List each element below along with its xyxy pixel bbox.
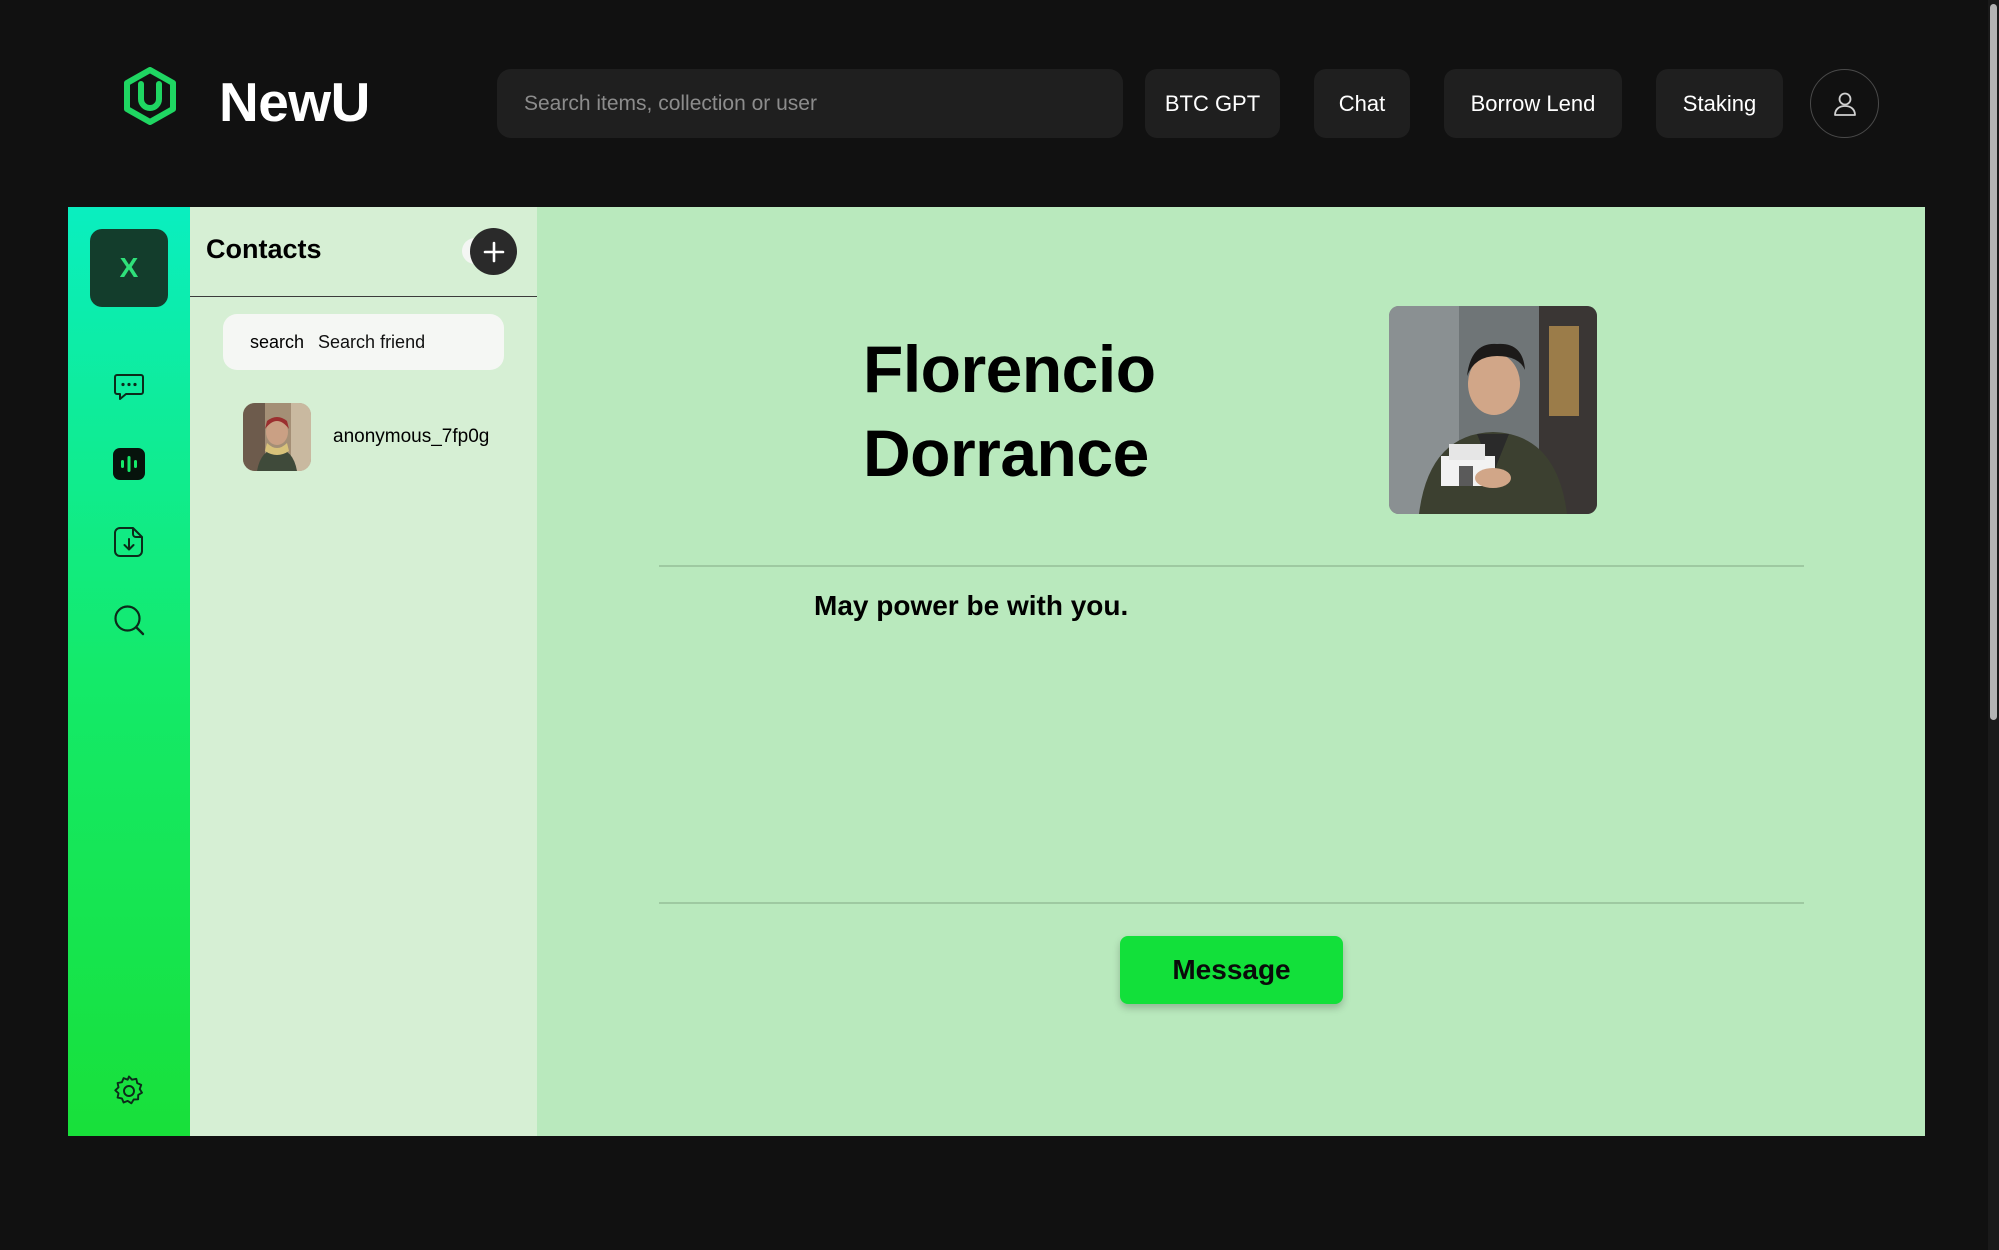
- friend-search-input[interactable]: [318, 331, 469, 353]
- friend-search-label: search: [250, 331, 305, 352]
- contact-name: anonymous_7fp0g: [333, 426, 490, 447]
- nav-staking-button[interactable]: Staking: [1656, 69, 1783, 138]
- profile-divider-top: [659, 565, 1804, 567]
- app-logo-button[interactable]: X: [90, 229, 168, 307]
- search-icon[interactable]: [112, 603, 146, 637]
- contact-list-item[interactable]: anonymous_7fp0g: [243, 403, 513, 471]
- profile-photo: [1389, 306, 1597, 514]
- contacts-title: Contacts: [206, 234, 322, 264]
- nav-borrow-lend-button[interactable]: Borrow Lend: [1444, 69, 1622, 138]
- profile-panel: Florencio Dorrance May power be with you…: [537, 207, 1925, 1136]
- newu-logo-icon: [121, 67, 179, 125]
- nav-btc-gpt-button[interactable]: BTC GPT: [1145, 69, 1280, 138]
- profile-divider-bottom: [659, 902, 1804, 904]
- gear-icon[interactable]: [112, 1074, 146, 1108]
- message-button[interactable]: Message: [1120, 936, 1343, 1004]
- chat-bubble-icon[interactable]: [112, 369, 146, 403]
- friend-search[interactable]: search: [223, 314, 504, 370]
- brand-name: NewU: [219, 71, 370, 133]
- global-search-input[interactable]: [524, 91, 1123, 116]
- nav-chat-button[interactable]: Chat: [1314, 69, 1410, 138]
- chat-app: X Contacts 12: [68, 207, 1925, 1136]
- contact-avatar: [243, 403, 311, 471]
- global-search[interactable]: [497, 69, 1123, 138]
- profile-bio: May power be with you.: [814, 590, 1129, 621]
- audio-wave-icon[interactable]: [112, 447, 146, 481]
- user-profile-button[interactable]: [1810, 69, 1879, 138]
- add-contact-button[interactable]: [470, 228, 517, 275]
- user-icon: [1833, 92, 1856, 116]
- document-download-icon[interactable]: [112, 525, 146, 559]
- icon-rail: X: [68, 207, 190, 1136]
- profile-name: Florencio Dorrance: [863, 332, 1156, 490]
- scrollbar-thumb[interactable]: [1990, 4, 1997, 720]
- contacts-panel: Contacts 12 search: [190, 207, 537, 1136]
- plus-icon: [483, 241, 504, 262]
- page-scrollbar[interactable]: [1988, 0, 1999, 1250]
